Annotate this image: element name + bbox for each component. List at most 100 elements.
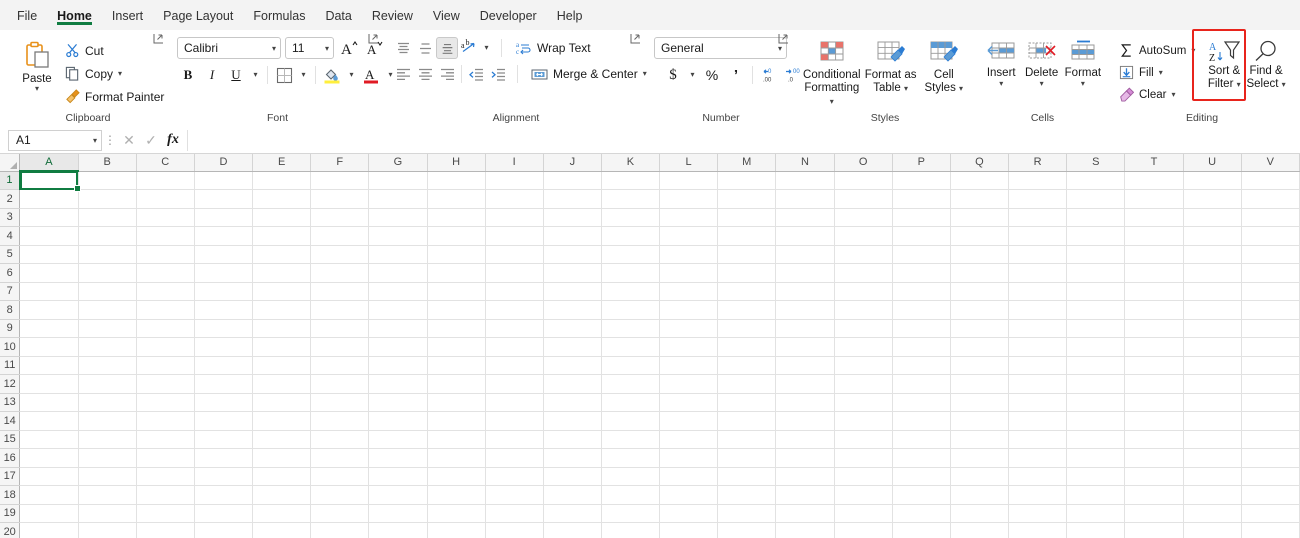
cell-D13[interactable] (194, 393, 254, 412)
cell-K2[interactable] (601, 189, 661, 209)
cell-N15[interactable] (775, 430, 835, 449)
cell-L7[interactable] (659, 282, 719, 301)
cell-U18[interactable] (1183, 485, 1242, 505)
column-header-E[interactable]: E (252, 154, 312, 172)
cell-H7[interactable] (427, 282, 486, 301)
cell-S12[interactable] (1066, 374, 1126, 394)
cell-I7[interactable] (485, 282, 544, 301)
cell-M7[interactable] (717, 282, 777, 301)
sort-filter-button[interactable]: A Z Sort & Filter ▾ (1203, 37, 1245, 91)
cell-T6[interactable] (1124, 263, 1184, 283)
cell-G20[interactable] (368, 522, 428, 538)
cell-O2[interactable] (834, 189, 893, 209)
cell-Q2[interactable] (950, 189, 1010, 209)
cell-R19[interactable] (1008, 504, 1068, 523)
cell-C20[interactable] (136, 522, 195, 538)
orientation-chevron-down-icon[interactable]: ▾ (480, 37, 493, 59)
column-header-Q[interactable]: Q (950, 154, 1010, 172)
cell-K8[interactable] (601, 300, 661, 320)
column-header-H[interactable]: H (427, 154, 486, 172)
cell-C7[interactable] (136, 282, 195, 301)
cell-I13[interactable] (485, 393, 544, 412)
cell-B8[interactable] (78, 300, 137, 320)
cell-M1[interactable] (717, 171, 777, 190)
cell-T10[interactable] (1124, 337, 1184, 357)
cell-O16[interactable] (834, 448, 893, 468)
cell-A6[interactable] (19, 263, 79, 283)
cell-Q5[interactable] (950, 245, 1010, 264)
cell-K12[interactable] (601, 374, 661, 394)
cell-P4[interactable] (892, 226, 951, 246)
chevron-down-icon[interactable]: ▾ (904, 84, 908, 93)
delete-cells-button[interactable]: Delete ▾ (1021, 37, 1061, 88)
number-dialog-launcher[interactable] (778, 33, 789, 44)
cell-T1[interactable] (1124, 171, 1184, 190)
cell-Q6[interactable] (950, 263, 1010, 283)
cell-L8[interactable] (659, 300, 719, 320)
cell-Q20[interactable] (950, 522, 1010, 538)
cell-I5[interactable] (485, 245, 544, 264)
cell-T17[interactable] (1124, 467, 1184, 486)
chevron-down-icon[interactable]: ▾ (1040, 80, 1044, 88)
cell-G5[interactable] (368, 245, 428, 264)
cell-V16[interactable] (1241, 448, 1300, 468)
cell-E14[interactable] (252, 411, 312, 431)
cell-R5[interactable] (1008, 245, 1068, 264)
cell-F8[interactable] (310, 300, 370, 320)
cell-M19[interactable] (717, 504, 777, 523)
cell-N1[interactable] (775, 171, 835, 190)
cell-I17[interactable] (485, 467, 544, 486)
cell-D14[interactable] (194, 411, 254, 431)
cell-C19[interactable] (136, 504, 195, 523)
cell-L15[interactable] (659, 430, 719, 449)
cell-B4[interactable] (78, 226, 137, 246)
cell-Q10[interactable] (950, 337, 1010, 357)
cell-V8[interactable] (1241, 300, 1300, 320)
formula-bar-grip[interactable]: ⋮ (102, 133, 118, 147)
cell-C18[interactable] (136, 485, 195, 505)
cell-F18[interactable] (310, 485, 370, 505)
row-header-1[interactable]: 1 (0, 171, 21, 190)
merge-and-center-button[interactable]: Merge & Center ▾ (526, 63, 652, 85)
cell-F5[interactable] (310, 245, 370, 264)
cell-V6[interactable] (1241, 263, 1300, 283)
copy-button[interactable]: Copy ▾ (61, 63, 168, 84)
cell-C2[interactable] (136, 189, 195, 209)
cell-J20[interactable] (543, 522, 602, 538)
cell-M11[interactable] (717, 356, 777, 375)
cell-P17[interactable] (892, 467, 951, 486)
cell-D6[interactable] (194, 263, 254, 283)
cell-N5[interactable] (775, 245, 835, 264)
cell-D9[interactable] (194, 319, 254, 338)
cell-V20[interactable] (1241, 522, 1300, 538)
tab-file[interactable]: File (8, 5, 46, 26)
cell-O7[interactable] (834, 282, 893, 301)
cell-D19[interactable] (194, 504, 254, 523)
cell-U16[interactable] (1183, 448, 1242, 468)
percent-style-button[interactable]: % (701, 64, 723, 86)
cell-B15[interactable] (78, 430, 137, 449)
cell-E16[interactable] (252, 448, 312, 468)
cell-S19[interactable] (1066, 504, 1126, 523)
cell-T15[interactable] (1124, 430, 1184, 449)
cell-L1[interactable] (659, 171, 719, 190)
cell-L6[interactable] (659, 263, 719, 283)
cell-J1[interactable] (543, 171, 602, 190)
cell-N16[interactable] (775, 448, 835, 468)
font-color-button[interactable]: A (360, 64, 382, 86)
column-header-J[interactable]: J (543, 154, 602, 172)
cell-N11[interactable] (775, 356, 835, 375)
cell-C8[interactable] (136, 300, 195, 320)
cell-N17[interactable] (775, 467, 835, 486)
cell-P19[interactable] (892, 504, 951, 523)
cell-K16[interactable] (601, 448, 661, 468)
cell-P1[interactable] (892, 171, 951, 190)
cell-N7[interactable] (775, 282, 835, 301)
cell-O10[interactable] (834, 337, 893, 357)
cell-O6[interactable] (834, 263, 893, 283)
row-header-19[interactable]: 19 (0, 504, 21, 523)
increase-decimal-button[interactable]: 0 .00 (758, 64, 780, 86)
cell-T8[interactable] (1124, 300, 1184, 320)
cell-K20[interactable] (601, 522, 661, 538)
underline-button[interactable]: U (225, 64, 247, 86)
